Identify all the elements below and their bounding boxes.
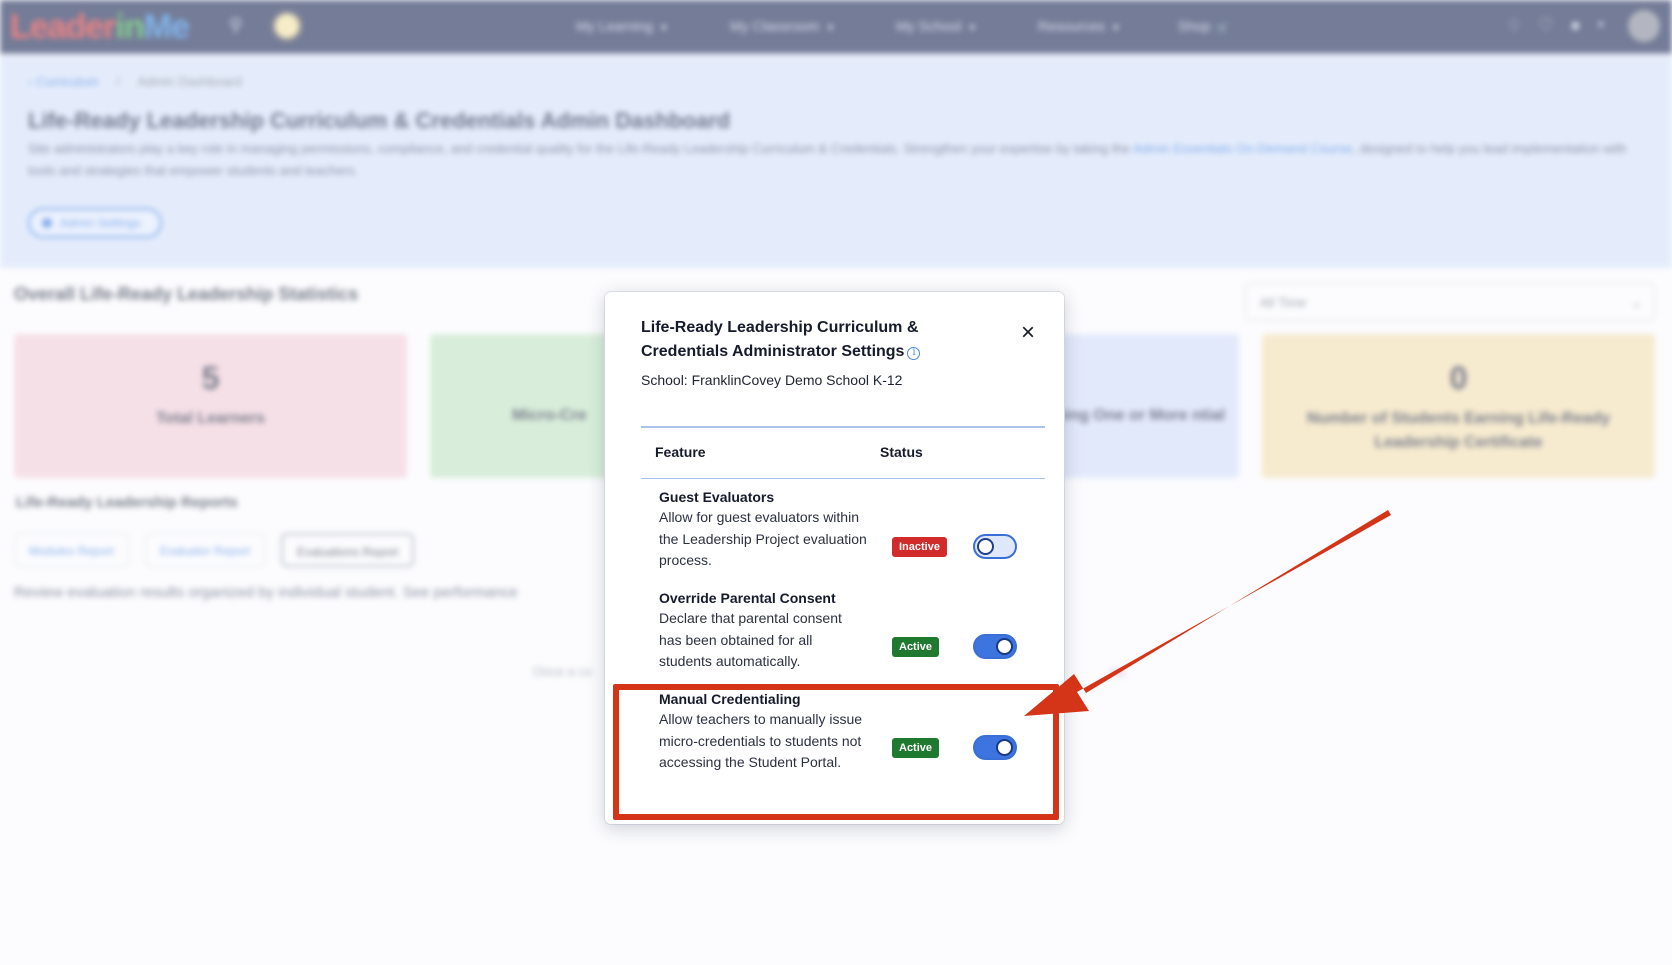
school-name: School: FranklinCovey Demo School K-12 xyxy=(641,372,903,388)
toggle-knob xyxy=(996,739,1013,756)
feature-description: Allow for guest evaluators within the Le… xyxy=(659,509,867,569)
status-badge: Active xyxy=(892,637,940,657)
status-badge: Active xyxy=(892,738,940,758)
override-parental-consent-toggle[interactable] xyxy=(973,634,1017,659)
toggle-knob xyxy=(996,638,1013,655)
info-icon[interactable]: i xyxy=(907,347,921,360)
feature-row-guest-evaluators: Guest Evaluators Allow for guest evaluat… xyxy=(659,487,1039,572)
feature-name: Override Parental Consent xyxy=(659,590,836,606)
close-icon[interactable]: × xyxy=(1017,321,1039,345)
modal-title: Life-Ready Leadership Curriculum & Crede… xyxy=(641,316,1001,364)
feature-row-manual-credentialing: Manual Credentialing Allow teachers to m… xyxy=(659,689,1039,774)
manual-credentialing-toggle[interactable] xyxy=(973,735,1017,760)
feature-name: Manual Credentialing xyxy=(659,691,801,707)
guest-evaluators-toggle[interactable] xyxy=(973,534,1017,559)
divider xyxy=(641,426,1045,428)
feature-name: Guest Evaluators xyxy=(659,489,775,505)
feature-row-override-parental-consent: Override Parental Consent Declare that p… xyxy=(659,588,1039,673)
column-header-feature: Feature xyxy=(655,444,706,460)
administrator-settings-modal: Life-Ready Leadership Curriculum & Crede… xyxy=(605,292,1064,824)
status-badge: Inactive xyxy=(892,537,947,557)
toggle-knob xyxy=(977,538,994,555)
column-header-status: Status xyxy=(880,444,923,460)
feature-description: Allow teachers to manually issue micro-c… xyxy=(659,711,863,771)
divider xyxy=(641,478,1045,479)
feature-description: Declare that parental consent has been o… xyxy=(659,610,842,670)
